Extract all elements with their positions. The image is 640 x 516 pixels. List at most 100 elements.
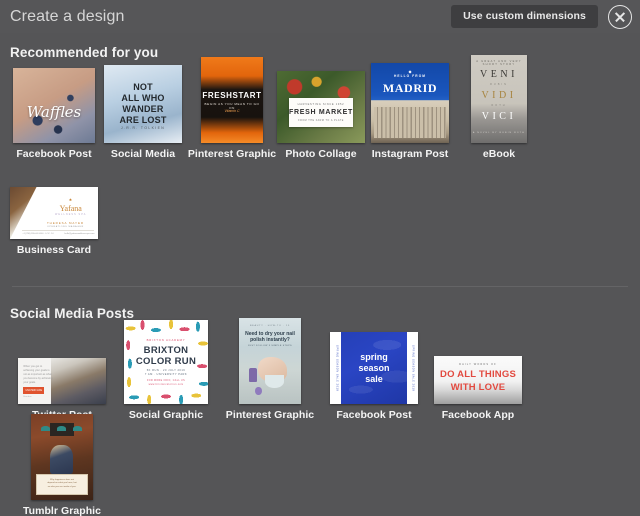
template-label: Photo Collage bbox=[285, 148, 356, 160]
artwork-bowl bbox=[265, 375, 284, 388]
template-card-social-graphic[interactable]: BRIXTON ACADEMY BRIXTON COLOR RUN 5K RUN… bbox=[114, 325, 218, 421]
template-label: Facebook Post bbox=[16, 148, 91, 160]
thumbnail-photo-collage[interactable]: HARVESTING SINCE 1952 FRESH MARKET FROM … bbox=[277, 71, 365, 143]
artwork-subtext: HELLO FROM bbox=[371, 74, 449, 78]
template-card-facebook-app[interactable]: DAILY WORDS OF DO ALL THINGS WITH LOVE F… bbox=[426, 325, 530, 421]
template-card-business-card[interactable]: ♣ Yafana WELLNESS SPA THERESA MAYER OPER… bbox=[10, 160, 98, 256]
artwork-waffles: Waffles bbox=[13, 68, 95, 143]
template-card-social-media[interactable]: NOT ALL WHO WANDER ARE LOST J.R.R. TOLKI… bbox=[99, 64, 187, 160]
template-card-facebook-post-2[interactable]: SPRING SEASON SALE 2019 SPRING SEASON SA… bbox=[322, 325, 426, 421]
artwork-subtext: A NOVEL BY RUBIN ROTH bbox=[471, 132, 527, 134]
artwork-footer: +1 (786) 555-00 0000 · LOC. 14 hello@yaf… bbox=[22, 233, 94, 235]
artwork-text: NOT ALL WHO WANDER ARE LOST bbox=[104, 82, 182, 126]
thumbnail-social-graphic[interactable]: BRIXTON ACADEMY BRIXTON COLOR RUN 5K RUN… bbox=[124, 320, 208, 404]
artwork-text: BRIXTON COLOR RUN bbox=[124, 345, 208, 367]
artwork-nail-polish: BEAUTY · HOW-TO · 15 Need to dry your na… bbox=[239, 318, 301, 404]
artwork-fresh-market: HARVESTING SINCE 1952 FRESH MARKET FROM … bbox=[277, 71, 365, 143]
template-card-instagram-post[interactable]: ◆ HELLO FROM MADRID Instagram Post bbox=[366, 64, 454, 160]
artwork-cta-label: UNCHAIN LIFE bbox=[23, 387, 44, 394]
artwork-photo bbox=[51, 358, 106, 404]
dialog-content: Recommended for you Waffles Facebook Pos… bbox=[0, 45, 640, 516]
template-label: Pinterest Graphic bbox=[226, 409, 314, 421]
thumbnail-tumblr-graphic[interactable]: Why happiness does not depend on what yo… bbox=[31, 414, 93, 500]
thumbnail-facebook-app[interactable]: DAILY WORDS OF DO ALL THINGS WITH LOVE bbox=[434, 356, 522, 404]
artwork-building bbox=[374, 107, 446, 138]
template-label: Tumblr Graphic bbox=[23, 505, 101, 516]
thumbnail-business-card[interactable]: ♣ Yafana WELLNESS SPA THERESA MAYER OPER… bbox=[10, 187, 98, 239]
artwork-not-all-who-wander: NOT ALL WHO WANDER ARE LOST J.R.R. TOLKI… bbox=[104, 65, 182, 143]
page-title: Create a design bbox=[10, 8, 451, 26]
artwork-text: MADRID bbox=[371, 81, 449, 96]
thumbnail-ebook[interactable]: A GREAT AND VERY SHORT STORY VENI RUBIN … bbox=[471, 55, 527, 143]
template-card-tumblr-graphic[interactable]: Why happiness does not depend on what yo… bbox=[10, 421, 114, 516]
recommended-grid: Waffles Facebook Post NOT ALL WHO WANDER… bbox=[10, 64, 630, 256]
artwork-spring-season-sale: SPRING SEASON SALE 2019 SPRING SEASON SA… bbox=[330, 332, 418, 404]
thumbnail-facebook-post-2[interactable]: SPRING SEASON SALE 2019 SPRING SEASON SA… bbox=[330, 332, 418, 404]
template-label: Social Graphic bbox=[129, 409, 203, 421]
section-title-recommended: Recommended for you bbox=[10, 45, 630, 60]
artwork-subtext: BEAUTY · HOW-TO · 15 bbox=[239, 325, 301, 327]
artwork-line: sale bbox=[330, 374, 418, 385]
thumbnail-wrap: When you get to achieving your goals is … bbox=[18, 326, 106, 404]
artwork-tumblr-cafe: Why happiness does not depend on what yo… bbox=[31, 414, 93, 500]
artwork-subtext: +1 (786) 555-00 0000 · LOC. 14 bbox=[22, 233, 53, 235]
thumbnail-wrap: Why happiness does not depend on what yo… bbox=[31, 422, 93, 500]
artwork-card: Why happiness does not depend on what yo… bbox=[36, 474, 88, 495]
template-card-pinterest-graphic[interactable]: FRESHSTART BEGIN AS YOU MEAN TO GO ON Vi… bbox=[188, 64, 276, 160]
artwork-text: FRESHSTART bbox=[201, 91, 263, 100]
artwork-logo-icon: ♣ bbox=[47, 197, 95, 202]
artwork-bottle bbox=[249, 368, 257, 382]
artwork-line: BRIXTON bbox=[124, 345, 208, 356]
thumbnail-twitter-post[interactable]: When you get to achieving your goals is … bbox=[18, 358, 106, 404]
artwork-text: VIDI bbox=[471, 90, 527, 101]
artwork-subtext: Vitamin C bbox=[201, 109, 263, 113]
template-label: Social Media bbox=[111, 148, 175, 160]
thumbnail-wrap: BEAUTY · HOW-TO · 15 Need to dry your na… bbox=[239, 326, 301, 404]
artwork-subtext: RUBIN bbox=[471, 83, 527, 86]
template-label: Facebook Post bbox=[336, 409, 411, 421]
artwork-text: spring season sale bbox=[330, 352, 418, 385]
artwork-subtext: Brandon bbox=[23, 396, 31, 398]
thumbnail-instagram-post[interactable]: ◆ HELLO FROM MADRID bbox=[371, 63, 449, 143]
thumbnail-facebook-post[interactable]: Waffles bbox=[13, 68, 95, 143]
artwork-freshstart: FRESHSTART BEGIN AS YOU MEAN TO GO ON Vi… bbox=[201, 57, 263, 143]
artwork-line: COLOR RUN bbox=[124, 356, 208, 367]
thumbnail-social-media[interactable]: NOT ALL WHO WANDER ARE LOST J.R.R. TOLKI… bbox=[104, 65, 182, 143]
thumbnail-wrap: NOT ALL WHO WANDER ARE LOST J.R.R. TOLKI… bbox=[104, 65, 182, 143]
artwork-person bbox=[50, 445, 74, 474]
artwork-subtext: HARVESTING SINCE 1952 bbox=[277, 103, 365, 106]
artwork-lamp bbox=[73, 426, 82, 431]
artwork-line: ALL WHO bbox=[104, 93, 182, 104]
template-card-twitter-post[interactable]: When you get to achieving your goals is … bbox=[10, 325, 114, 421]
artwork-lamp bbox=[41, 426, 50, 431]
artwork-veni-vidi-vici: A GREAT AND VERY SHORT STORY VENI RUBIN … bbox=[471, 55, 527, 143]
template-label: eBook bbox=[483, 148, 515, 160]
artwork-subtext: hello@yafanawellnessspa.com bbox=[64, 233, 94, 235]
artwork-subtext: THERESA MAYER bbox=[36, 221, 94, 225]
social-media-posts-grid: When you get to achieving your goals is … bbox=[10, 325, 630, 516]
thumbnail-pinterest-graphic[interactable]: FRESHSTART BEGIN AS YOU MEAN TO GO ON Vi… bbox=[201, 57, 263, 143]
artwork-yafana-business-card: ♣ Yafana WELLNESS SPA THERESA MAYER OPER… bbox=[10, 187, 98, 239]
template-card-facebook-post[interactable]: Waffles Facebook Post bbox=[10, 64, 98, 160]
artwork-subtext: JUST FOLLOW 3 SIMPLE STEPS bbox=[239, 345, 301, 347]
artwork-subtext: WELLNESS SPA bbox=[47, 213, 95, 216]
template-card-pinterest-graphic-2[interactable]: BEAUTY · HOW-TO · 15 Need to dry your na… bbox=[218, 325, 322, 421]
template-label: Business Card bbox=[17, 244, 91, 256]
artwork-line: season bbox=[330, 363, 418, 374]
artwork-brixton-color-run: BRIXTON ACADEMY BRIXTON COLOR RUN 5K RUN… bbox=[124, 320, 208, 404]
artwork-do-all-things-with-love: DAILY WORDS OF DO ALL THINGS WITH LOVE bbox=[434, 356, 522, 404]
thumbnail-wrap: ♣ Yafana WELLNESS SPA THERESA MAYER OPER… bbox=[10, 161, 98, 239]
artwork-text: VICI bbox=[471, 111, 527, 122]
template-card-photo-collage[interactable]: HARVESTING SINCE 1952 FRESH MARKET FROM … bbox=[277, 64, 365, 160]
template-card-ebook[interactable]: A GREAT AND VERY SHORT STORY VENI RUBIN … bbox=[455, 64, 543, 160]
artwork-line: NOT bbox=[104, 82, 182, 93]
artwork-subtext: 5K RUN · 20 JULY 2019 7 AM · UNIVERSITY … bbox=[124, 369, 208, 377]
thumbnail-pinterest-graphic-2[interactable]: BEAUTY · HOW-TO · 15 Need to dry your na… bbox=[239, 318, 301, 404]
use-custom-dimensions-button[interactable]: Use custom dimensions bbox=[451, 5, 598, 29]
close-icon[interactable] bbox=[608, 5, 632, 29]
template-label: Instagram Post bbox=[372, 148, 449, 160]
artwork-line: WITH LOVE bbox=[434, 382, 522, 394]
artwork-subtext: J.R.R. TOLKIEN bbox=[104, 126, 182, 130]
section-divider bbox=[12, 286, 628, 287]
artwork-text: VENI bbox=[471, 69, 527, 80]
